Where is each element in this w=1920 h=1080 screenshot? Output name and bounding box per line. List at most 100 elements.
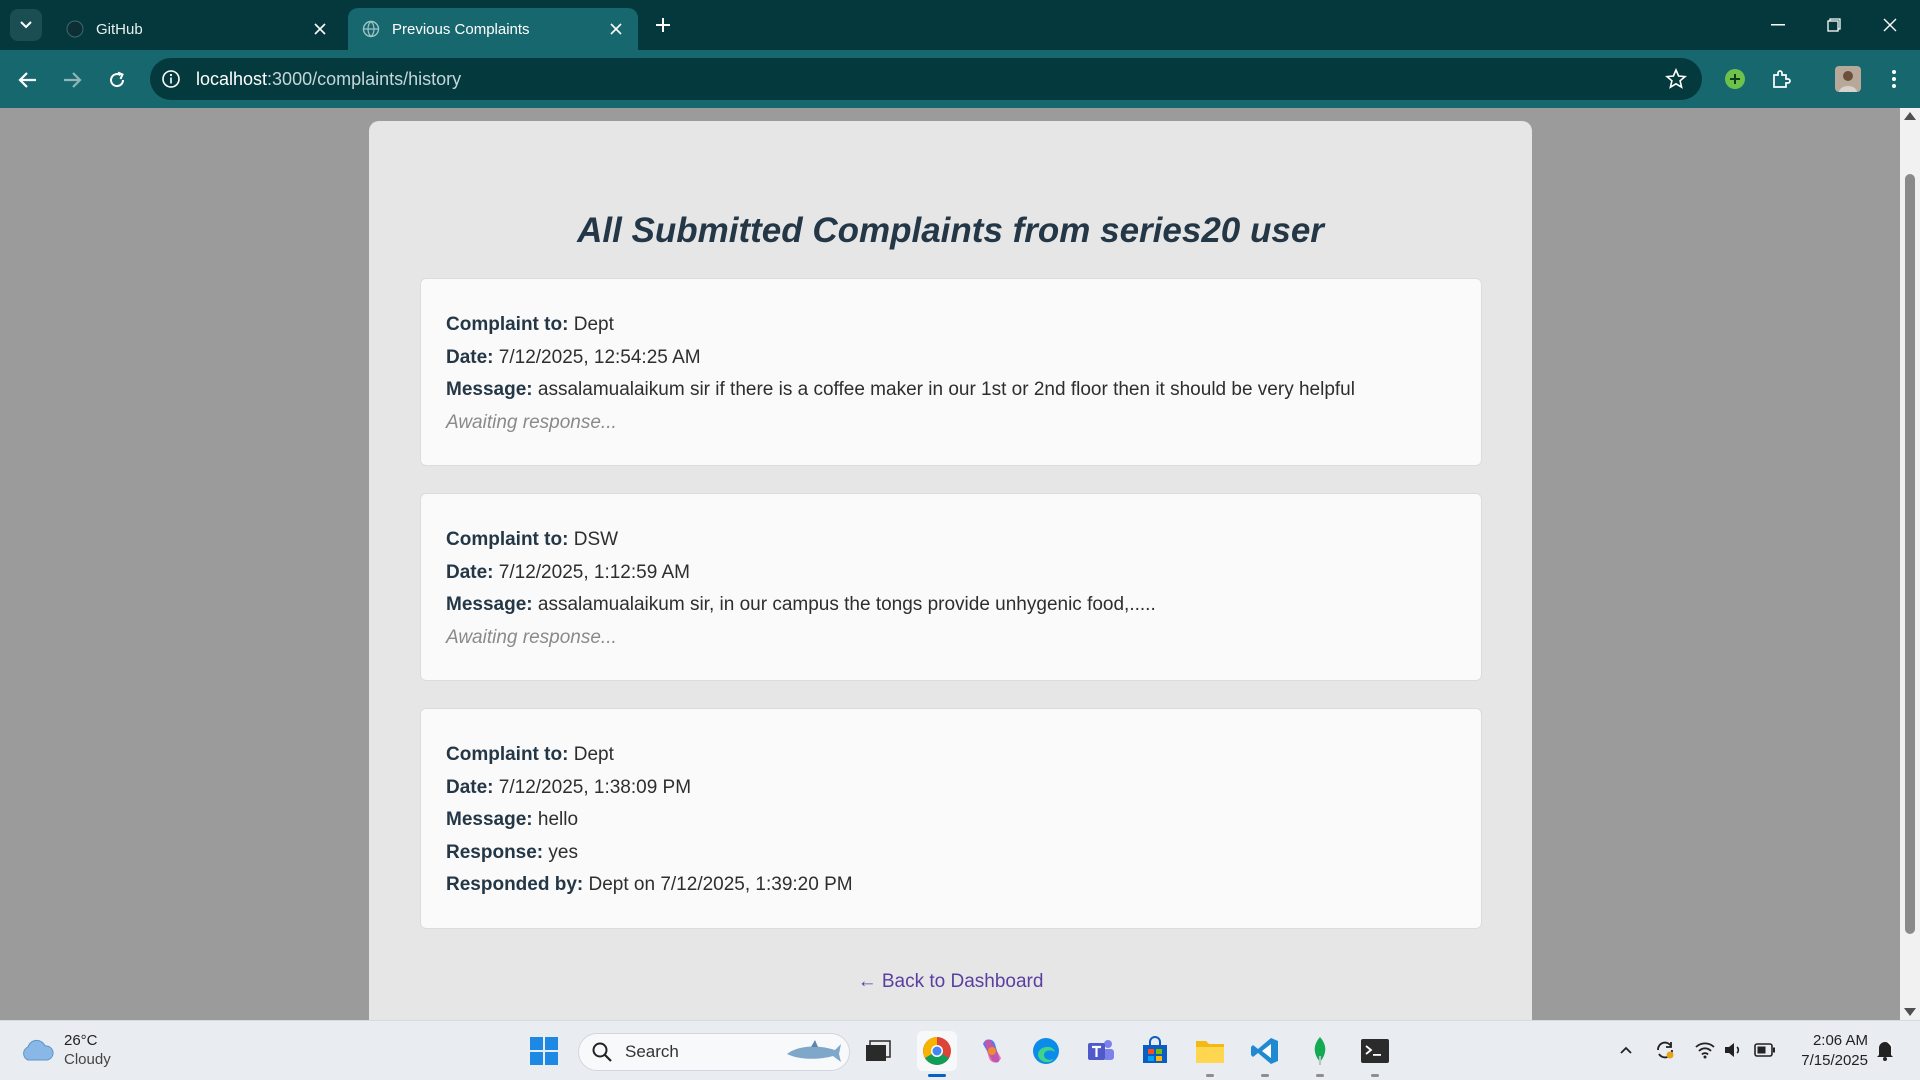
tab-previous-complaints[interactable]: Previous Complaints bbox=[348, 8, 638, 50]
complaint-message: Message: assalamualaikum sir if there is… bbox=[446, 379, 1355, 400]
weather-widget[interactable]: 26°C Cloudy bbox=[20, 1031, 111, 1069]
close-tab-icon[interactable] bbox=[308, 17, 332, 41]
close-tab-icon[interactable] bbox=[604, 17, 628, 41]
tab-strip: GitHub Previous Complaints bbox=[0, 0, 1920, 50]
taskbar-search[interactable]: Search bbox=[578, 1033, 850, 1071]
notification-bell-icon[interactable] bbox=[1874, 1039, 1896, 1061]
weather-temp: 26°C bbox=[64, 1032, 98, 1049]
browser-toolbar: localhost:3000/complaints/history bbox=[0, 50, 1920, 108]
file-explorer-taskbar-app[interactable] bbox=[1190, 1031, 1230, 1077]
folder-icon bbox=[1196, 1041, 1224, 1063]
bookmark-star-icon[interactable] bbox=[1664, 67, 1688, 91]
menu-kebab-icon[interactable] bbox=[1878, 63, 1910, 95]
system-clock[interactable]: 2:06 AM 7/15/2025 bbox=[1790, 1031, 1868, 1071]
complaint-to: Complaint to: Dept bbox=[446, 744, 614, 765]
extension-badge-icon[interactable] bbox=[1719, 63, 1751, 95]
chevron-up-icon[interactable] bbox=[1615, 1039, 1637, 1061]
wifi-icon[interactable] bbox=[1694, 1039, 1716, 1061]
vscode-taskbar-app[interactable] bbox=[1245, 1031, 1285, 1077]
extensions-puzzle-icon[interactable] bbox=[1765, 63, 1797, 95]
plus-icon bbox=[656, 18, 670, 32]
battery-icon[interactable] bbox=[1754, 1039, 1776, 1061]
tab-github[interactable]: GitHub bbox=[52, 8, 342, 50]
address-bar[interactable]: localhost:3000/complaints/history bbox=[150, 58, 1702, 100]
github-icon bbox=[66, 20, 84, 38]
edge-icon bbox=[1033, 1038, 1059, 1064]
restore-icon bbox=[1827, 18, 1841, 32]
tab-title: Previous Complaints bbox=[392, 20, 530, 38]
vscode-icon bbox=[1251, 1038, 1278, 1064]
complaint-card: Complaint to: Dept Date: 7/12/2025, 1:38… bbox=[420, 708, 1482, 929]
complaint-status: Awaiting response... bbox=[446, 626, 617, 648]
profile-avatar[interactable] bbox=[1832, 63, 1864, 95]
scroll-up-arrow-icon[interactable] bbox=[1904, 112, 1916, 120]
globe-icon bbox=[362, 20, 380, 38]
teams-icon bbox=[1088, 1040, 1114, 1060]
complaint-status: Awaiting response... bbox=[446, 411, 617, 433]
url-text: localhost:3000/complaints/history bbox=[196, 68, 462, 89]
store-taskbar-app[interactable] bbox=[1135, 1031, 1175, 1071]
edge-taskbar-app[interactable] bbox=[1026, 1031, 1066, 1071]
minimize-button[interactable] bbox=[1750, 0, 1806, 50]
running-indicator bbox=[1206, 1074, 1214, 1077]
tab-title: GitHub bbox=[96, 20, 143, 38]
site-info-icon[interactable] bbox=[160, 68, 182, 90]
back-button[interactable] bbox=[12, 64, 44, 96]
terminal-icon bbox=[1361, 1039, 1389, 1063]
scroll-thumb[interactable] bbox=[1905, 174, 1915, 934]
store-icon bbox=[1143, 1036, 1167, 1063]
tab-search-button[interactable] bbox=[10, 9, 42, 41]
complaint-to: Complaint to: Dept bbox=[446, 314, 614, 335]
minimize-icon bbox=[1771, 24, 1785, 26]
copilot-icon bbox=[983, 1039, 1001, 1063]
complaint-response: Response: yes bbox=[446, 841, 578, 863]
mongodb-leaf-icon bbox=[1314, 1037, 1326, 1065]
shark-highlight-icon bbox=[787, 1040, 841, 1062]
running-indicator bbox=[1316, 1074, 1324, 1077]
clock-date: 7/15/2025 bbox=[1801, 1052, 1868, 1069]
terminal-taskbar-app[interactable] bbox=[1355, 1031, 1395, 1077]
active-indicator bbox=[928, 1074, 946, 1077]
weather-condition: Cloudy bbox=[64, 1051, 111, 1068]
reload-icon bbox=[110, 71, 125, 88]
complaint-message: Message: assalamualaikum sir, in our cam… bbox=[446, 594, 1156, 615]
mongodb-taskbar-app[interactable] bbox=[1300, 1031, 1340, 1077]
new-tab-button[interactable] bbox=[650, 12, 676, 38]
complaint-responded-by: Responded by: Dept on 7/12/2025, 1:39:20… bbox=[446, 874, 853, 895]
page-scrollbar[interactable] bbox=[1900, 108, 1920, 1020]
chrome-taskbar-app[interactable] bbox=[917, 1031, 957, 1077]
complaint-to: Complaint to: DSW bbox=[446, 529, 619, 550]
sync-icon[interactable] bbox=[1654, 1039, 1676, 1061]
volume-icon[interactable] bbox=[1722, 1039, 1744, 1061]
page-title: All Submitted Complaints from series20 u… bbox=[577, 211, 1324, 250]
forward-button[interactable] bbox=[56, 64, 88, 96]
task-view-button[interactable] bbox=[858, 1031, 898, 1071]
copilot-taskbar-app[interactable] bbox=[972, 1031, 1012, 1071]
running-indicator bbox=[1261, 1074, 1269, 1077]
clock-time: 2:06 AM bbox=[1812, 1032, 1868, 1049]
search-placeholder: Search bbox=[625, 1042, 679, 1061]
complaint-message: Message: hello bbox=[446, 809, 579, 830]
arrow-right-icon bbox=[64, 72, 82, 88]
running-indicator bbox=[1371, 1074, 1379, 1077]
scroll-down-arrow-icon[interactable] bbox=[1904, 1008, 1916, 1016]
complaint-date: Date: 7/12/2025, 1:12:59 AM bbox=[446, 561, 691, 583]
close-window-button[interactable] bbox=[1862, 0, 1918, 50]
complaint-date: Date: 7/12/2025, 1:38:09 PM bbox=[446, 776, 692, 798]
complaint-card: Complaint to: Dept Date: 7/12/2025, 12:5… bbox=[420, 278, 1482, 466]
reload-button[interactable] bbox=[101, 64, 133, 96]
windows-taskbar: 26°C Cloudy Search 2:06 AM 7/15/2025 bbox=[0, 1020, 1920, 1080]
chrome-icon bbox=[923, 1037, 951, 1065]
complaint-date: Date: 7/12/2025, 12:54:25 AM bbox=[446, 346, 701, 368]
windows-logo-icon bbox=[530, 1037, 558, 1065]
teams-taskbar-app[interactable] bbox=[1081, 1031, 1121, 1071]
complaint-card: Complaint to: DSW Date: 7/12/2025, 1:12:… bbox=[420, 493, 1482, 681]
page-viewport: All Submitted Complaints from series20 u… bbox=[0, 108, 1900, 1020]
chevron-down-icon bbox=[20, 21, 32, 29]
search-icon bbox=[592, 1042, 612, 1062]
restore-button[interactable] bbox=[1806, 0, 1862, 50]
start-button[interactable] bbox=[524, 1031, 564, 1071]
arrow-left-icon bbox=[18, 72, 36, 88]
task-view-icon bbox=[866, 1040, 891, 1061]
back-to-dashboard-link[interactable]: ← Back to Dashboard bbox=[369, 971, 1532, 993]
